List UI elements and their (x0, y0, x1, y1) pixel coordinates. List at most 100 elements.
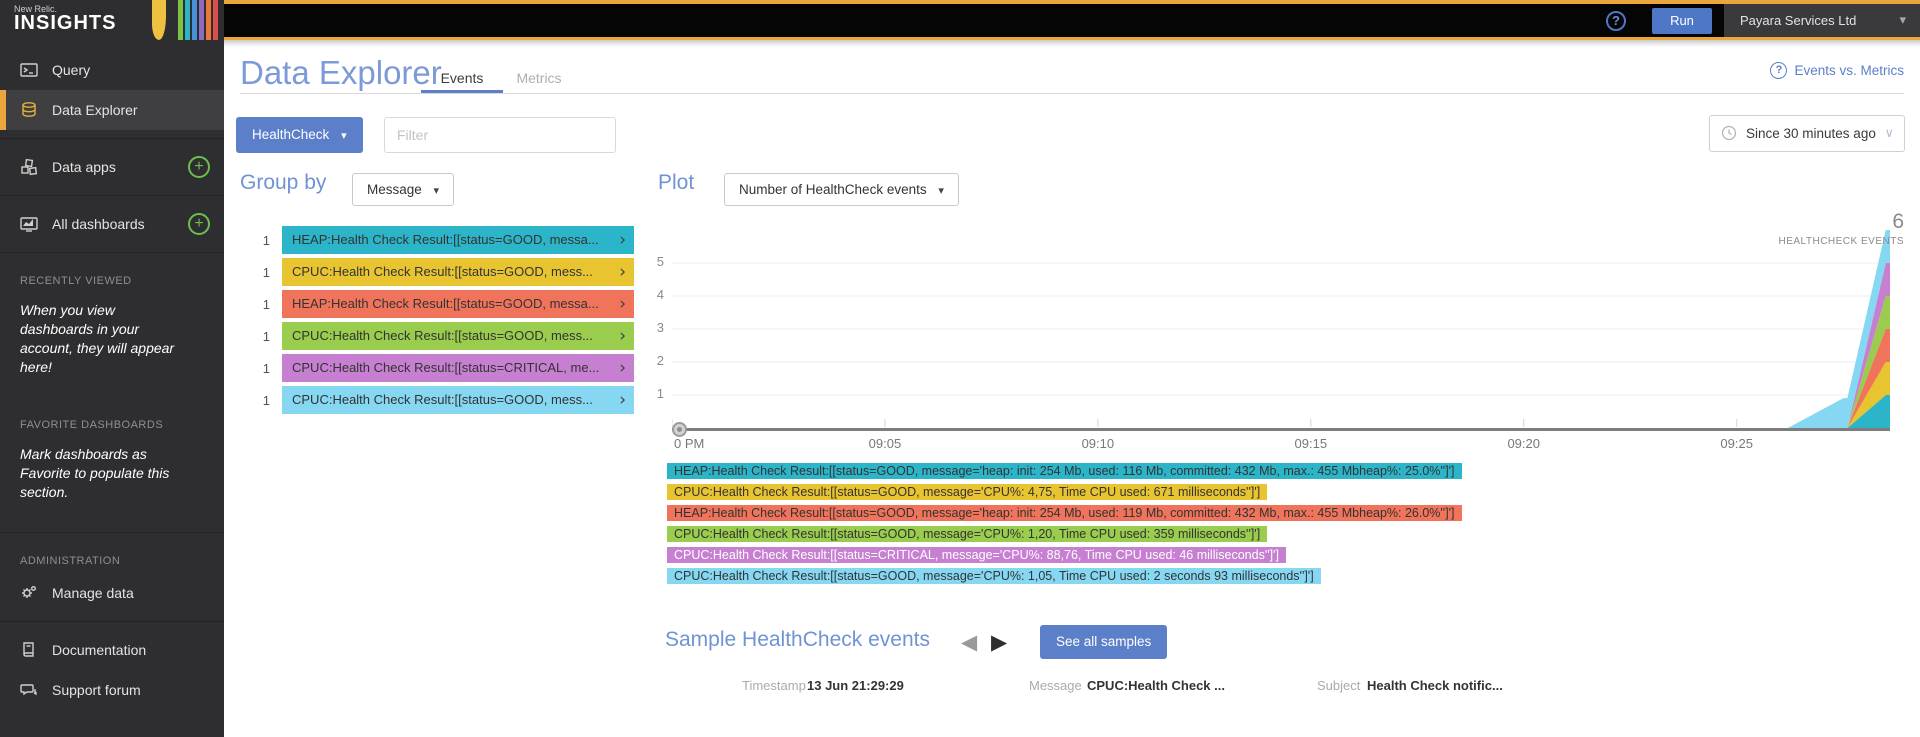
filter-input[interactable] (384, 117, 616, 153)
group-item[interactable]: CPUC:Health Check Result:[[status=GOOD, … (282, 386, 634, 414)
chevron-right-icon: › (619, 386, 626, 414)
account-name: Payara Services Ltd (1740, 13, 1856, 28)
timestamp-field-value: 13 Jun 21:29:29 (807, 678, 904, 693)
group-count: 1 (224, 233, 270, 248)
chevron-right-icon: › (619, 290, 626, 318)
chevron-down-icon: ∨ (1884, 116, 1894, 151)
timestamp-field-label: Timestamp (742, 678, 806, 693)
plot-metric-label: Number of HealthCheck events (739, 182, 927, 197)
sidebar-item-query[interactable]: Query (0, 50, 224, 90)
header-divider (240, 93, 1904, 94)
sidebar-divider (0, 195, 224, 196)
sidebar-item-label: All dashboards (52, 216, 145, 232)
favorite-dashboards-header: FAVORITE DASHBOARDS (0, 405, 224, 437)
sidebar: Query Data Explorer Data apps + All dash… (0, 40, 224, 737)
group-row: 1 CPUC:Health Check Result:[[status=GOOD… (224, 386, 644, 414)
group-row: 1 CPUC:Health Check Result:[[status=GOOD… (224, 322, 644, 350)
legend-item: CPUC:Health Check Result:[[status=GOOD, … (667, 526, 1267, 542)
timeseries-chart: 12345 0 PM09:0509:1009:1509:2009:25 (672, 220, 1894, 465)
sidebar-item-label: Data Explorer (52, 102, 138, 118)
tab-metrics[interactable]: Metrics (510, 70, 568, 86)
group-by-list: 1 HEAP:Health Check Result:[[status=GOOD… (224, 226, 644, 418)
nrql-query-text[interactable]: NRQL>SELECT count(message) FROM HealthCh… (240, 4, 997, 37)
x-tick-label: 0 PM (674, 436, 704, 451)
sidebar-item-label: Support forum (52, 682, 141, 698)
recently-viewed-header: RECENTLY VIEWED (0, 261, 224, 293)
group-count: 1 (224, 329, 270, 344)
previous-sample-button[interactable]: ◀ (961, 630, 977, 654)
y-tick-label: 2 (636, 353, 664, 368)
total-events-count: 6 (1892, 210, 1904, 234)
sidebar-item-label: Documentation (52, 642, 146, 658)
recently-viewed-note: When you view dashboards in your account… (0, 293, 196, 381)
chevron-right-icon: › (619, 226, 626, 254)
time-range-dropdown[interactable]: Since 30 minutes ago ∨ (1709, 115, 1905, 152)
group-count: 1 (224, 393, 270, 408)
logo-decoration (152, 0, 166, 40)
nrql-query-bar[interactable]: NRQL>SELECT count(message) FROM HealthCh… (224, 0, 1920, 40)
y-tick-label: 5 (636, 254, 664, 269)
group-item[interactable]: CPUC:Health Check Result:[[status=GOOD, … (282, 322, 634, 350)
cubes-icon (20, 158, 40, 176)
account-dropdown[interactable]: Payara Services Ltd ▾ (1724, 4, 1920, 37)
group-row: 1 HEAP:Health Check Result:[[status=GOOD… (224, 290, 644, 318)
book-icon (20, 641, 40, 659)
logo-text: New Relic. INSIGHTS (14, 4, 116, 34)
main-content: Data Explorer Events Metrics ? Events vs… (224, 40, 1920, 737)
time-scrubber-handle[interactable] (672, 422, 687, 437)
app-logo[interactable]: New Relic. INSIGHTS (0, 0, 224, 40)
group-row: 1 CPUC:Health Check Result:[[status=GOOD… (224, 258, 644, 286)
sidebar-item-data-apps[interactable]: Data apps + (0, 147, 224, 187)
group-by-attribute-dropdown[interactable]: Message ▾ (352, 173, 454, 206)
sidebar-item-documentation[interactable]: Documentation (0, 630, 224, 670)
group-item[interactable]: CPUC:Health Check Result:[[status=GOOD, … (282, 258, 634, 286)
plot-metric-dropdown[interactable]: Number of HealthCheck events ▾ (724, 173, 959, 206)
events-vs-metrics-link[interactable]: ? Events vs. Metrics (1770, 62, 1904, 79)
caret-down-icon: ▾ (1899, 4, 1906, 37)
sidebar-item-label: Query (52, 62, 90, 78)
sidebar-item-support-forum[interactable]: Support forum (0, 670, 224, 710)
next-sample-button[interactable]: ▶ (991, 630, 1007, 654)
x-tick-label: 09:10 (1058, 436, 1138, 451)
caret-down-icon: ▾ (938, 184, 944, 197)
add-dashboard-button[interactable]: + (188, 213, 210, 235)
dashboard-icon (20, 215, 40, 233)
event-type-dropdown[interactable]: HealthCheck ▾ (236, 117, 363, 153)
sidebar-item-label: Data apps (52, 159, 116, 175)
sidebar-divider (0, 252, 224, 253)
events-vs-metrics-label: Events vs. Metrics (1794, 63, 1904, 78)
group-item[interactable]: HEAP:Health Check Result:[[status=GOOD, … (282, 290, 634, 318)
group-item[interactable]: HEAP:Health Check Result:[[status=GOOD, … (282, 226, 634, 254)
legend-item: HEAP:Health Check Result:[[status=GOOD, … (667, 505, 1462, 521)
legend-item: CPUC:Health Check Result:[[status=CRITIC… (667, 547, 1286, 563)
caret-down-icon: ▾ (341, 129, 347, 142)
logo-product: INSIGHTS (14, 12, 116, 34)
group-count: 1 (224, 265, 270, 280)
group-count: 1 (224, 297, 270, 312)
time-range-label: Since 30 minutes ago (1746, 116, 1886, 151)
event-type-label: HealthCheck (252, 127, 329, 142)
page-title: Data Explorer (240, 54, 442, 92)
x-tick-label: 09:05 (845, 436, 925, 451)
top-bar: NRQL>SELECT count(message) FROM HealthCh… (0, 0, 1920, 40)
sidebar-item-manage-data[interactable]: Manage data (0, 573, 224, 613)
see-all-samples-button[interactable]: See all samples (1040, 625, 1167, 659)
y-tick-label: 4 (636, 287, 664, 302)
sidebar-item-all-dashboards[interactable]: All dashboards + (0, 204, 224, 244)
add-data-app-button[interactable]: + (188, 156, 210, 178)
tab-events[interactable]: Events (434, 70, 490, 86)
x-tick-label: 09:25 (1697, 436, 1777, 451)
sidebar-item-data-explorer[interactable]: Data Explorer (0, 90, 224, 130)
legend-item: HEAP:Health Check Result:[[status=GOOD, … (667, 463, 1462, 479)
caret-down-icon: ▾ (434, 184, 440, 197)
group-row: 1 CPUC:Health Check Result:[[status=CRIT… (224, 354, 644, 382)
sidebar-item-label: Manage data (52, 585, 134, 601)
y-tick-label: 1 (636, 386, 664, 401)
sidebar-divider (0, 621, 224, 622)
group-count: 1 (224, 361, 270, 376)
help-icon[interactable]: ? (1606, 11, 1626, 31)
group-by-attribute-label: Message (367, 182, 422, 197)
group-item[interactable]: CPUC:Health Check Result:[[status=CRITIC… (282, 354, 634, 382)
run-button[interactable]: Run (1652, 8, 1712, 34)
legend-item: CPUC:Health Check Result:[[status=GOOD, … (667, 484, 1267, 500)
